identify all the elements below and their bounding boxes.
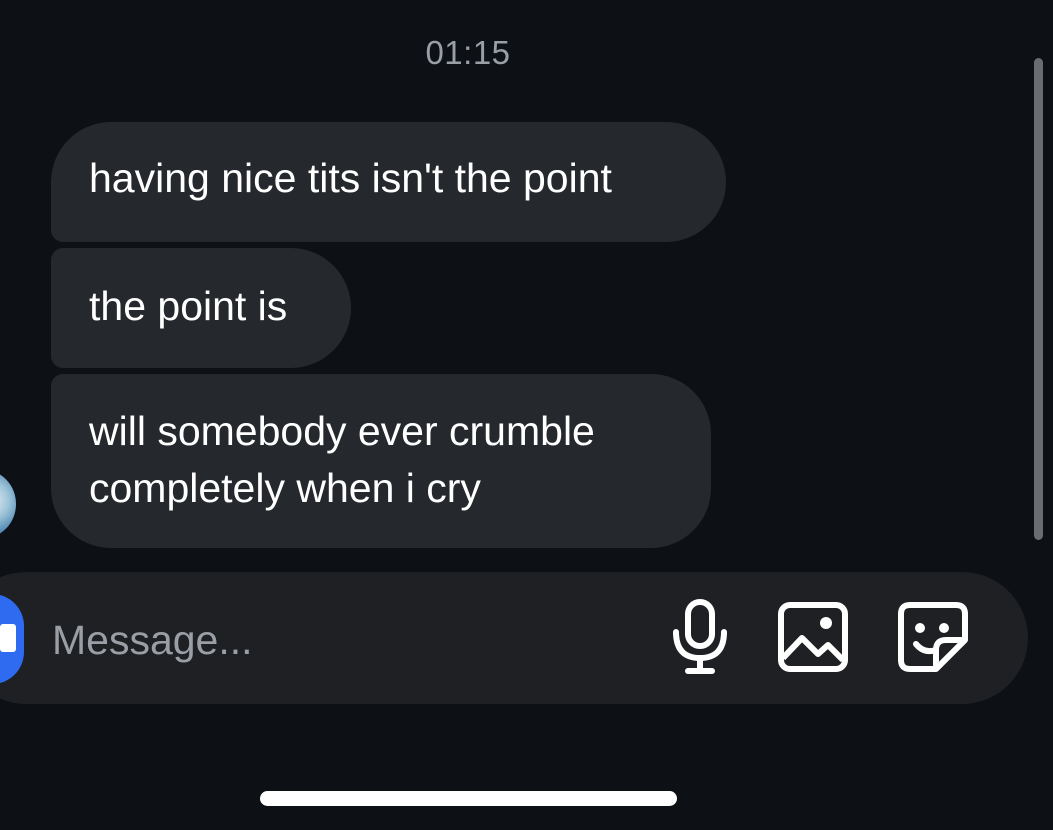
message-text: having nice tits isn't the point	[89, 155, 612, 201]
message-bubble[interactable]: having nice tits isn't the point	[51, 122, 726, 242]
home-indicator[interactable]	[260, 791, 677, 806]
sender-avatar[interactable]	[0, 470, 16, 538]
camera-icon	[0, 624, 16, 652]
sticker-icon[interactable]	[896, 600, 970, 674]
message-text-line: will somebody ever crumble	[89, 408, 595, 454]
message-bubble[interactable]: will somebody ever crumble completely wh…	[51, 374, 711, 548]
message-text: the point is	[89, 283, 288, 329]
message-input[interactable]	[52, 610, 612, 670]
message-bubble[interactable]: the point is	[51, 248, 351, 368]
chat-screen: 01:15 having nice tits isn't the point t…	[0, 0, 1053, 830]
image-icon[interactable]	[776, 600, 850, 674]
message-text-line: completely when i cry	[89, 465, 481, 511]
microphone-icon[interactable]	[668, 598, 732, 676]
scrollbar[interactable]	[1034, 58, 1043, 540]
message-timestamp: 01:15	[425, 34, 511, 71]
